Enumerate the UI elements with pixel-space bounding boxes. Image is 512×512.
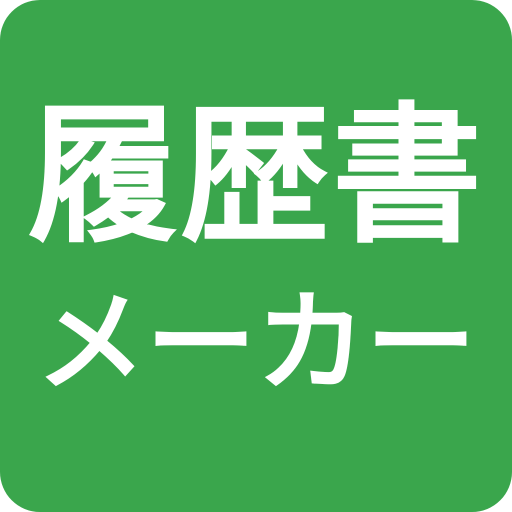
app-icon[interactable]: 履歴書 メーカー — [0, 0, 512, 512]
icon-title-line-2: メーカー — [36, 279, 476, 407]
icon-title-line-1: 履歴書 — [27, 90, 484, 264]
